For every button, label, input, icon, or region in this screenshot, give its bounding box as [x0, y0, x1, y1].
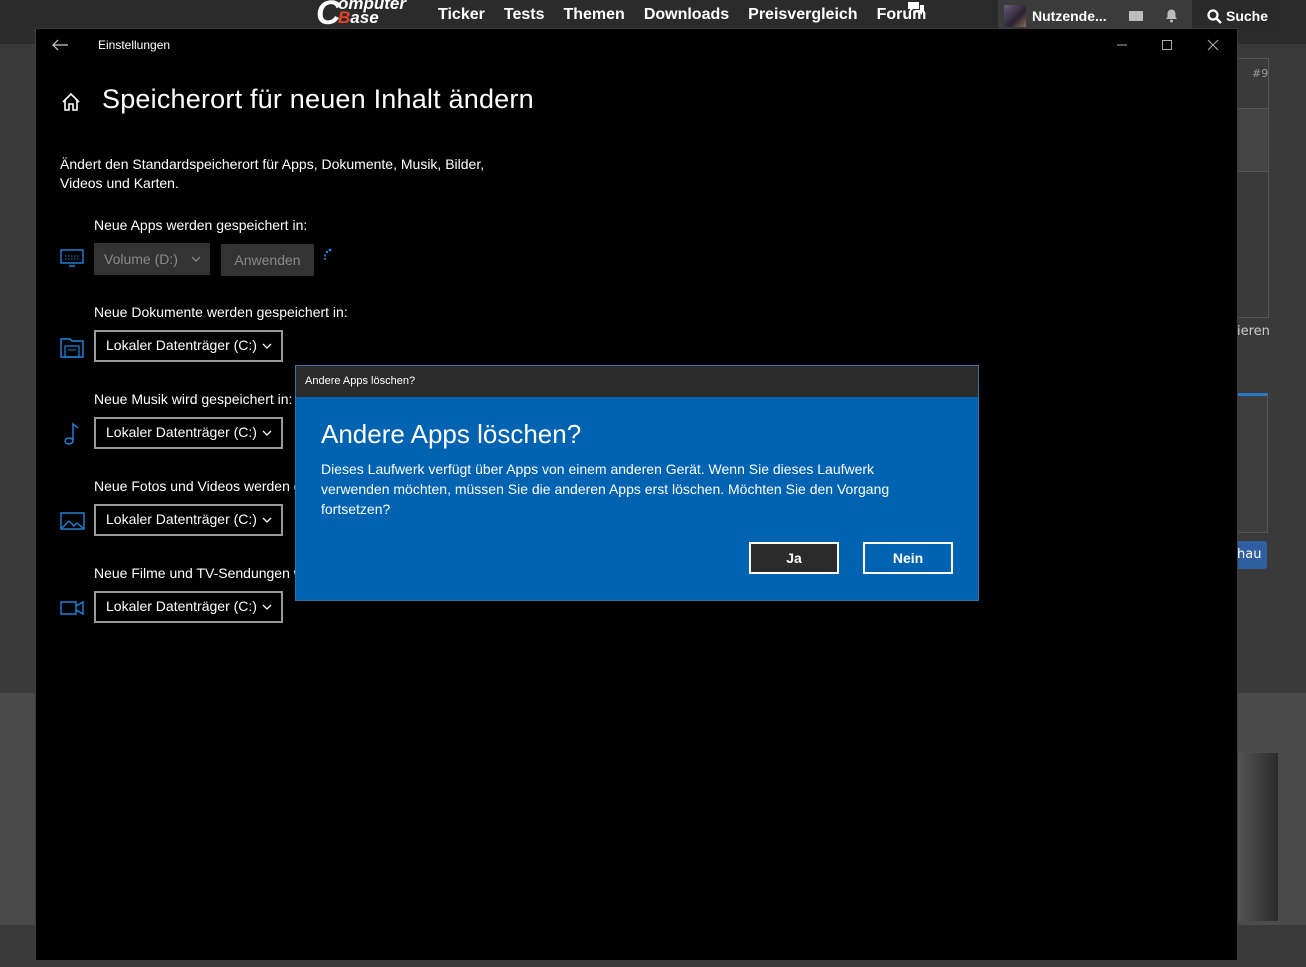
documents-icon	[60, 338, 84, 358]
documents-label: Neue Dokumente werden gespeichert in:	[94, 304, 348, 320]
dialog-title: Andere Apps löschen?	[321, 419, 582, 449]
dialog-bar-title: Andere Apps löschen?	[305, 375, 416, 387]
close-icon[interactable]	[1205, 37, 1221, 53]
back-arrow-icon[interactable]	[50, 37, 70, 53]
avatar	[1004, 5, 1026, 27]
search-icon	[1207, 9, 1222, 24]
chevron-down-icon	[262, 517, 272, 523]
nav-downloads[interactable]: Downloads	[644, 6, 729, 24]
mail-icon[interactable]	[1129, 11, 1143, 21]
chevron-down-icon	[262, 430, 272, 436]
nav-themen[interactable]: Themen	[563, 6, 624, 24]
post-number[interactable]: #9	[1252, 67, 1268, 80]
chat-icon[interactable]	[906, 0, 926, 16]
music-location-value: Lokaler Datenträger (C:)	[106, 424, 257, 440]
apps-location-dropdown[interactable]: Volume (D:)	[94, 243, 210, 275]
nav-tests[interactable]: Tests	[504, 6, 545, 24]
nav-ticker[interactable]: Ticker	[438, 6, 485, 24]
apply-button[interactable]: Anwenden	[221, 244, 314, 276]
apps-location-value: Volume (D:)	[104, 251, 178, 267]
window-titlebar: Einstellungen	[36, 29, 1237, 61]
search-label: Suche	[1226, 8, 1269, 24]
window-title: Einstellungen	[98, 38, 171, 52]
chevron-down-icon	[191, 256, 201, 262]
logo-line2: Base	[338, 8, 379, 27]
movies-location-value: Lokaler Datenträger (C:)	[106, 598, 257, 614]
photos-location-value: Lokaler Datenträger (C:)	[106, 511, 257, 527]
bell-icon[interactable]	[1165, 9, 1178, 23]
yes-button[interactable]: Ja	[749, 542, 839, 574]
picture-icon	[60, 512, 85, 530]
dialog-message: Dieses Laufwerk verfügt über Apps von ei…	[321, 461, 890, 517]
chevron-down-icon	[262, 604, 272, 610]
side-widget	[1237, 393, 1268, 533]
home-icon[interactable]	[60, 91, 82, 113]
chevron-down-icon	[262, 343, 272, 349]
dialog-titlebar: Andere Apps löschen?	[296, 366, 978, 397]
side-panel	[1237, 58, 1269, 318]
loading-spinner-icon	[323, 248, 332, 260]
movies-location-dropdown[interactable]: Lokaler Datenträger (C:)	[94, 591, 283, 623]
movies-label: Neue Filme und TV-Sendungen w	[94, 565, 304, 581]
video-camera-icon	[60, 600, 84, 616]
side-card	[1237, 108, 1269, 172]
apps-label: Neue Apps werden gespeichert in:	[94, 217, 308, 233]
site-logo[interactable]: C omputer Base	[316, 0, 421, 32]
delete-apps-dialog: Andere Apps löschen? Andere Apps löschen…	[295, 365, 979, 601]
documents-location-value: Lokaler Datenträger (C:)	[106, 337, 257, 353]
page-description: Ändert den Standardspeicherort für Apps,…	[60, 156, 485, 191]
photos-location-dropdown[interactable]: Lokaler Datenträger (C:)	[94, 504, 283, 536]
maximize-icon[interactable]	[1159, 37, 1175, 53]
no-button[interactable]: Nein	[863, 542, 953, 574]
site-nav: Ticker Tests Themen Downloads Preisvergl…	[438, 2, 945, 24]
music-note-icon	[64, 422, 79, 445]
minimize-icon[interactable]	[1114, 37, 1130, 53]
music-label: Neue Musik wird gespeichert in:	[94, 391, 293, 407]
music-location-dropdown[interactable]: Lokaler Datenträger (C:)	[94, 417, 283, 449]
monitor-icon	[60, 249, 84, 267]
side-text: ieren	[1237, 324, 1270, 339]
user-name: Nutzende...	[1032, 8, 1107, 24]
side-button[interactable]: hau	[1237, 541, 1267, 569]
documents-location-dropdown[interactable]: Lokaler Datenträger (C:)	[94, 330, 283, 362]
nav-preisvergleich[interactable]: Preisvergleich	[748, 6, 857, 24]
page-title: Speicherort für neuen Inhalt ändern	[102, 84, 534, 114]
photos-label: Neue Fotos und Videos werden g	[94, 478, 302, 494]
side-image	[1237, 753, 1278, 921]
